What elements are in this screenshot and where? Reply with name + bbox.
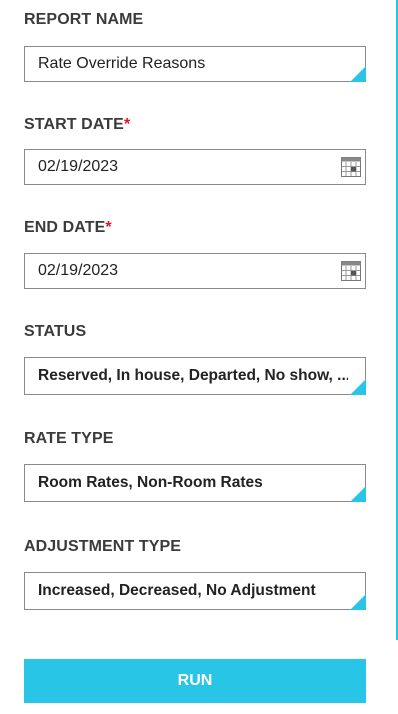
required-marker: * [123,116,131,133]
start-date-value: 02/19/2023 [38,158,119,175]
rate-type-label: RATE TYPE [24,430,114,447]
rate-type-value: Room Rates, Non-Room Rates [38,474,263,491]
adjustment-type-multiselect[interactable]: Increased, Decreased, No Adjustment [24,572,366,610]
calendar-icon[interactable] [341,157,361,177]
dropdown-corner-icon [350,66,366,82]
calendar-icon[interactable] [341,261,361,281]
adjustment-type-value: Increased, Decreased, No Adjustment [38,582,316,599]
dropdown-corner-icon [350,594,366,610]
dropdown-corner-icon [350,486,366,502]
end-date-label-text: END DATE [24,219,106,236]
status-value: Reserved, In house, Departed, No show, .… [38,367,348,384]
start-date-label-text: START DATE [24,116,124,133]
end-date-input[interactable]: 02/19/2023 [24,253,366,289]
dropdown-corner-icon [350,379,366,395]
report-filter-panel: REPORT NAME Rate Override Reasons START … [0,0,398,714]
rate-type-multiselect[interactable]: Room Rates, Non-Room Rates [24,464,366,502]
report-name-label: REPORT NAME [24,11,144,28]
report-name-value: Rate Override Reasons [38,55,206,72]
start-date-input[interactable]: 02/19/2023 [24,149,366,185]
end-date-label: END DATE* [24,219,112,237]
start-date-label: START DATE* [24,116,130,134]
adjustment-type-label: ADJUSTMENT TYPE [24,538,182,555]
report-name-field[interactable]: Rate Override Reasons [24,46,366,82]
end-date-value: 02/19/2023 [38,262,119,279]
status-label: STATUS [24,323,87,340]
required-marker: * [105,219,112,236]
run-button[interactable]: RUN [24,659,366,703]
status-multiselect[interactable]: Reserved, In house, Departed, No show, .… [24,357,366,395]
